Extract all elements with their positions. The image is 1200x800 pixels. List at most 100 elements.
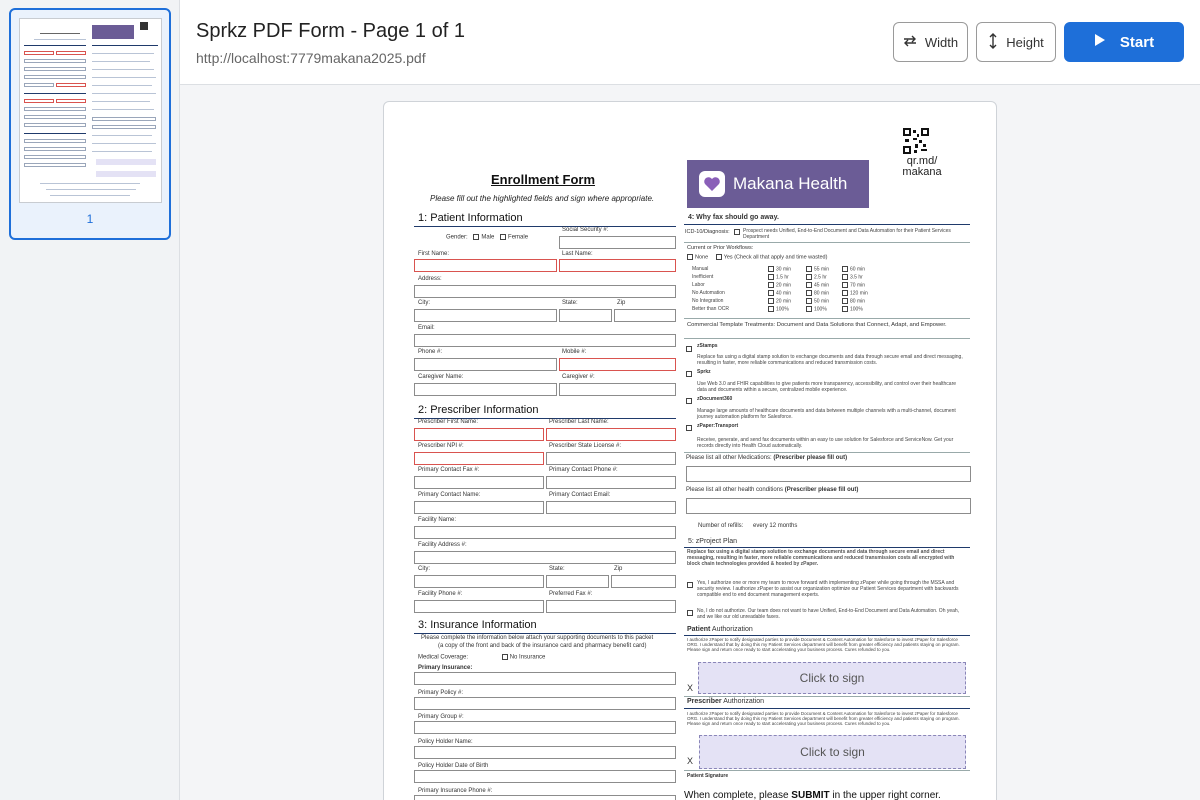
conditions-field[interactable] xyxy=(686,498,971,514)
contact-name-field[interactable] xyxy=(414,501,544,514)
state2-field[interactable] xyxy=(546,575,609,588)
first-name-field[interactable] xyxy=(414,259,557,272)
contact-phone-field[interactable] xyxy=(546,476,676,489)
contact-email-field[interactable] xyxy=(546,501,676,514)
city-field[interactable] xyxy=(414,309,557,322)
caregiver-number-label: Caregiver #: xyxy=(562,374,595,380)
plan-yes-checkbox[interactable] xyxy=(687,582,693,588)
prescriber-npi-field[interactable] xyxy=(414,452,544,465)
document-url: http://localhost:7779makana2025.pdf xyxy=(196,50,426,66)
zstamps-checkbox[interactable] xyxy=(686,346,692,352)
facility-phone-label: Facility Phone #: xyxy=(418,591,463,597)
section-1-heading: 1: Patient Information xyxy=(418,212,523,224)
email-field[interactable] xyxy=(414,334,676,347)
zip-field[interactable] xyxy=(614,309,676,322)
workflow-row-labels: Manual Inefficient Labor No Automation N… xyxy=(692,266,729,312)
male-checkbox[interactable] xyxy=(473,234,480,240)
document-title: Sprkz PDF Form - Page 1 of 1 xyxy=(196,20,465,42)
zdocument360-checkbox[interactable] xyxy=(686,398,692,404)
patient-authorization-text: I authorize zPaper to notify designated … xyxy=(687,637,960,652)
policy-dob-label: Policy Holder Date of Birth xyxy=(418,763,489,769)
female-checkbox[interactable] xyxy=(500,234,507,240)
insurance-phone-field[interactable] xyxy=(414,795,676,800)
facility-name-field[interactable] xyxy=(414,526,676,539)
yes-checkbox[interactable] xyxy=(715,254,722,260)
prescriber-first-label: Prescriber First Name: xyxy=(418,419,479,425)
brand-logo: Makana Health xyxy=(687,160,869,208)
facility-phone-field[interactable] xyxy=(414,600,544,613)
prescriber-first-field[interactable] xyxy=(414,428,544,441)
height-arrows-icon xyxy=(988,32,998,52)
play-icon xyxy=(1094,33,1106,51)
ssn-field[interactable] xyxy=(559,236,676,249)
facility-address-field[interactable] xyxy=(414,551,676,564)
start-button[interactable]: Start xyxy=(1064,22,1184,62)
primary-policy-field[interactable] xyxy=(414,697,676,710)
caregiver-number-field[interactable] xyxy=(559,383,676,396)
insurance-phone-label: Primary Insurance Phone #: xyxy=(418,788,493,794)
zip2-field[interactable] xyxy=(611,575,676,588)
medical-coverage-label: Medical Coverage: No Insurance xyxy=(418,654,546,661)
workflow-col-3: 60 min 3.5 hr 70 min 120 min 80 min 100% xyxy=(842,266,882,314)
page-thumbnail-1[interactable]: 1 xyxy=(9,8,171,240)
contact-phone-label: Primary Contact Phone #: xyxy=(549,467,618,473)
form-title: Enrollment Form xyxy=(491,172,596,187)
state-field[interactable] xyxy=(559,309,612,322)
icd-label: ICD-10/Diagnosis: xyxy=(685,229,730,235)
prescriber-authorization-text: I authorize zPaper to notify designated … xyxy=(687,711,960,726)
section-4-heading: 4: Why fax should go away. xyxy=(688,214,779,221)
fit-width-button[interactable]: Width xyxy=(893,22,968,62)
city2-field[interactable] xyxy=(414,575,544,588)
patient-sign-x: X xyxy=(687,683,694,693)
primary-group-field[interactable] xyxy=(414,721,676,734)
qr-code xyxy=(903,128,929,154)
email-label: Email: xyxy=(418,325,435,331)
document-viewer[interactable]: Enrollment Form Please fill out the high… xyxy=(180,85,1200,800)
primary-group-label: Primary Group #: xyxy=(418,714,464,720)
last-name-field[interactable] xyxy=(559,259,676,272)
insurance-note: Please complete the information below at… xyxy=(421,635,654,641)
zstamps-title: zStamps xyxy=(697,343,718,349)
pdf-page-1: Enrollment Form Please fill out the high… xyxy=(383,101,997,800)
primary-insurance-field[interactable] xyxy=(414,672,676,685)
contact-fax-field[interactable] xyxy=(414,476,544,489)
address-field[interactable] xyxy=(414,285,676,298)
plan-no-checkbox[interactable] xyxy=(687,610,693,616)
start-label: Start xyxy=(1119,33,1155,51)
sprkz-checkbox[interactable] xyxy=(686,371,692,377)
phone-label: Phone #: xyxy=(418,349,443,355)
fit-width-label: Width xyxy=(924,34,959,50)
prescriber-last-field[interactable] xyxy=(546,428,676,441)
primary-policy-label: Primary Policy #: xyxy=(418,690,464,696)
plan-description: Replace fax using a digital stamp soluti… xyxy=(687,549,955,567)
icd-checkbox[interactable] xyxy=(734,229,740,235)
zpaper-transport-checkbox[interactable] xyxy=(686,425,692,431)
policy-dob-field[interactable] xyxy=(414,770,676,783)
workflows-label: Current or Prior Workflows: xyxy=(687,245,754,251)
prescriber-authorization-heading: Prescriber Authorization xyxy=(687,698,765,705)
section-5-heading: 5: zProject Plan xyxy=(688,538,738,545)
mobile-label: Mobile #: xyxy=(562,349,587,355)
address-label: Address: xyxy=(418,276,442,282)
conditions-label: Please list all other health conditions … xyxy=(686,487,859,493)
workflow-col-2: 55 min 2.5 hr 45 min 80 min 50 min 100% xyxy=(806,266,842,314)
zpaper-transport-title: zPaper:Transport xyxy=(697,423,739,429)
patient-click-to-sign: Click to sign xyxy=(799,671,865,685)
phone-field[interactable] xyxy=(414,358,557,371)
heart-logo-icon xyxy=(699,171,725,197)
contact-name-label: Primary Contact Name: xyxy=(418,492,481,498)
medications-field[interactable] xyxy=(686,466,971,482)
patient-signature-field[interactable]: Click to sign xyxy=(698,662,966,694)
no-insurance-checkbox[interactable] xyxy=(501,654,508,660)
none-checkbox[interactable] xyxy=(687,254,693,260)
prescriber-signature-field[interactable]: Click to sign xyxy=(699,735,966,769)
mobile-field[interactable] xyxy=(559,358,676,371)
preferred-fax-field[interactable] xyxy=(546,600,676,613)
fit-height-button[interactable]: Height xyxy=(976,22,1056,62)
caregiver-name-field[interactable] xyxy=(414,383,557,396)
brand-name: Makana Health xyxy=(733,174,848,193)
policy-holder-field[interactable] xyxy=(414,746,676,759)
zstamps-description: Replace fax using a digital stamp soluti… xyxy=(697,354,963,366)
patient-signature-label: Patient Signature xyxy=(687,773,729,779)
prescriber-license-field[interactable] xyxy=(546,452,676,465)
